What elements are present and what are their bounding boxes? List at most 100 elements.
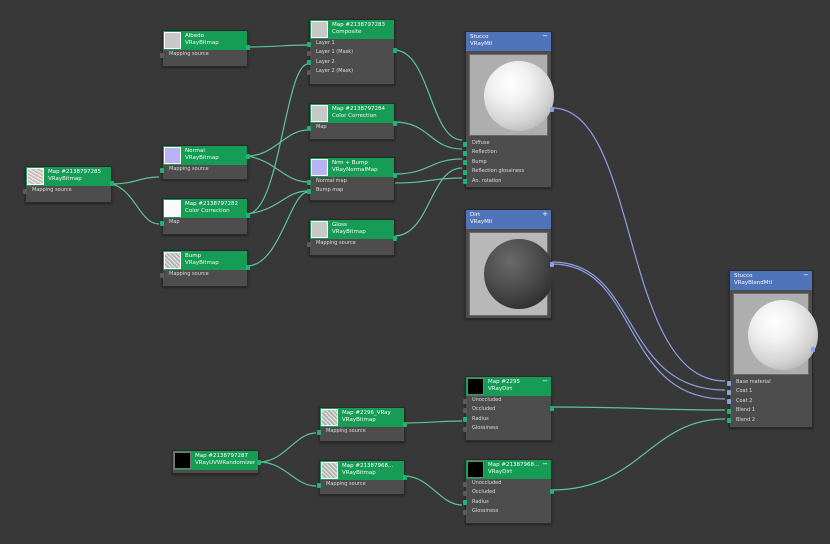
node-input[interactable]: Mapping source <box>160 270 247 279</box>
input-socket[interactable] <box>463 160 467 166</box>
node-input[interactable]: Mapping source <box>317 427 404 436</box>
input-socket[interactable] <box>23 188 27 194</box>
input-socket[interactable] <box>160 272 164 278</box>
node-uvw-randomizer-287[interactable]: Map #2138797287 VRayUVWRandomizer <box>172 450 261 474</box>
input-socket[interactable] <box>307 60 311 66</box>
input-socket[interactable] <box>463 481 467 487</box>
output-socket[interactable] <box>393 121 397 126</box>
node-gloss[interactable]: Gloss VRayBitmap Mapping source <box>307 219 397 256</box>
input-socket[interactable] <box>463 141 467 147</box>
node-input[interactable]: Mapping source <box>23 186 111 195</box>
node-dirt-2295[interactable]: Map #2295 VRayDirt − Unoccluded Occluded… <box>463 376 554 441</box>
node-input[interactable]: Blend 1 <box>727 406 812 415</box>
expand-icon[interactable]: + <box>542 211 548 218</box>
input-socket[interactable] <box>317 429 321 435</box>
node-input[interactable]: Reflection <box>463 148 551 157</box>
node-header[interactable]: Map #2138797283 Composite <box>310 20 394 39</box>
node-input[interactable]: Layer 2 <box>307 58 394 67</box>
collapse-icon[interactable]: − <box>803 272 809 279</box>
input-socket[interactable] <box>727 418 731 424</box>
input-socket[interactable] <box>463 407 467 413</box>
input-socket[interactable] <box>317 482 321 488</box>
collapse-icon[interactable]: − <box>542 461 548 468</box>
node-input[interactable]: Layer 2 (Mask) <box>307 67 394 76</box>
node-header[interactable]: Map #21387968... VRayBitmap <box>320 461 404 480</box>
input-socket[interactable] <box>727 380 731 386</box>
input-socket[interactable] <box>307 188 311 194</box>
node-stucco-blendmtl[interactable]: Stucco VRayBlendMtl − Base material Coat… <box>727 270 818 428</box>
output-socket[interactable] <box>246 265 250 270</box>
node-input[interactable]: Mapping source <box>160 50 247 59</box>
input-socket[interactable] <box>160 167 164 173</box>
collapse-icon[interactable]: − <box>542 33 548 40</box>
output-socket[interactable] <box>550 489 554 494</box>
node-input[interactable]: An. rotation <box>463 177 551 186</box>
node-input[interactable]: Glossiness <box>463 424 551 433</box>
output-socket[interactable] <box>550 262 554 267</box>
input-socket[interactable] <box>307 50 311 56</box>
input-socket[interactable] <box>463 509 467 515</box>
output-socket[interactable] <box>550 107 554 112</box>
node-header[interactable]: Map #2138797287 VRayUVWRandomizer <box>173 451 258 470</box>
node-input[interactable]: Unoccluded <box>463 479 551 488</box>
node-header[interactable]: Albedo VRayBitmap <box>163 31 247 50</box>
output-socket[interactable] <box>246 213 250 218</box>
input-socket[interactable] <box>463 169 467 175</box>
input-socket[interactable] <box>463 150 467 156</box>
node-input[interactable]: Occluded <box>463 488 551 497</box>
output-socket[interactable] <box>393 236 397 241</box>
node-map-2296[interactable]: Map #2296_VRay VRayBitmap Mapping source <box>317 407 407 442</box>
input-socket[interactable] <box>307 179 311 185</box>
output-socket[interactable] <box>403 422 407 427</box>
node-map-285[interactable]: Map #2138797285 VRayBitmap Mapping sourc… <box>23 166 114 203</box>
node-bump[interactable]: Bump VRayBitmap Mapping source <box>160 250 250 287</box>
node-input[interactable]: Mapping source <box>307 239 394 248</box>
node-input[interactable]: Bump map <box>307 186 394 195</box>
node-input[interactable]: Coat 2 <box>727 397 812 406</box>
output-socket[interactable] <box>257 460 261 465</box>
node-input[interactable]: Map <box>307 123 394 132</box>
output-socket[interactable] <box>393 48 397 53</box>
input-socket[interactable] <box>463 398 467 404</box>
node-input[interactable]: Layer 1 (Mask) <box>307 48 394 57</box>
node-input[interactable]: Reflection glossiness <box>463 167 551 176</box>
output-socket[interactable] <box>246 154 250 159</box>
input-socket[interactable] <box>463 500 467 506</box>
node-header[interactable]: Nrm + Bump VRayNormalMap <box>310 158 394 177</box>
output-socket[interactable] <box>403 475 407 480</box>
node-header[interactable]: Normal VRayBitmap <box>163 146 247 165</box>
output-socket[interactable] <box>246 45 250 50</box>
output-socket[interactable] <box>811 347 815 352</box>
node-header[interactable]: Map #2296_VRay VRayBitmap <box>320 408 404 427</box>
input-socket[interactable] <box>307 41 311 47</box>
node-input[interactable]: Map <box>160 218 247 227</box>
node-header[interactable]: Map #21387968... VRayDirt − <box>466 460 551 479</box>
node-map-282[interactable]: Map #2138797282 Color Correction Map <box>160 198 250 235</box>
node-dirt-vraymtl[interactable]: Dirt VRayMtl + <box>465 209 554 319</box>
node-header[interactable]: Map #2138797282 Color Correction <box>163 199 247 218</box>
node-map-968-bitmap[interactable]: Map #21387968... VRayBitmap Mapping sour… <box>317 460 407 495</box>
input-socket[interactable] <box>463 490 467 496</box>
input-socket[interactable] <box>160 220 164 226</box>
input-socket[interactable] <box>463 417 467 423</box>
node-map-284[interactable]: Map #2138797284 Color Correction Map <box>307 103 397 140</box>
input-socket[interactable] <box>307 241 311 247</box>
input-socket[interactable] <box>727 408 731 414</box>
input-socket[interactable] <box>160 52 164 58</box>
node-input[interactable]: Mapping source <box>160 165 247 174</box>
node-albedo[interactable]: Albedo VRayBitmap Mapping source <box>160 30 250 67</box>
node-input[interactable]: Occluded <box>463 405 551 414</box>
node-input[interactable]: Radius <box>463 498 551 507</box>
node-editor-canvas[interactable]: Map #2138797285 VRayBitmap Mapping sourc… <box>0 0 830 544</box>
node-header[interactable]: Map #2138797284 Color Correction <box>310 104 394 123</box>
input-socket[interactable] <box>307 125 311 131</box>
node-header[interactable]: Map #2138797285 VRayBitmap <box>26 167 111 186</box>
input-socket[interactable] <box>463 426 467 432</box>
output-socket[interactable] <box>550 406 554 411</box>
node-input[interactable]: Unoccluded <box>463 396 551 405</box>
node-input[interactable]: Glossiness <box>463 507 551 516</box>
node-input[interactable]: Blend 2 <box>727 416 812 425</box>
node-header[interactable]: Stucco VRayMtl − <box>466 32 551 51</box>
output-socket[interactable] <box>393 173 397 178</box>
node-composite-283[interactable]: Map #2138797283 Composite Layer 1 Layer … <box>307 19 397 85</box>
